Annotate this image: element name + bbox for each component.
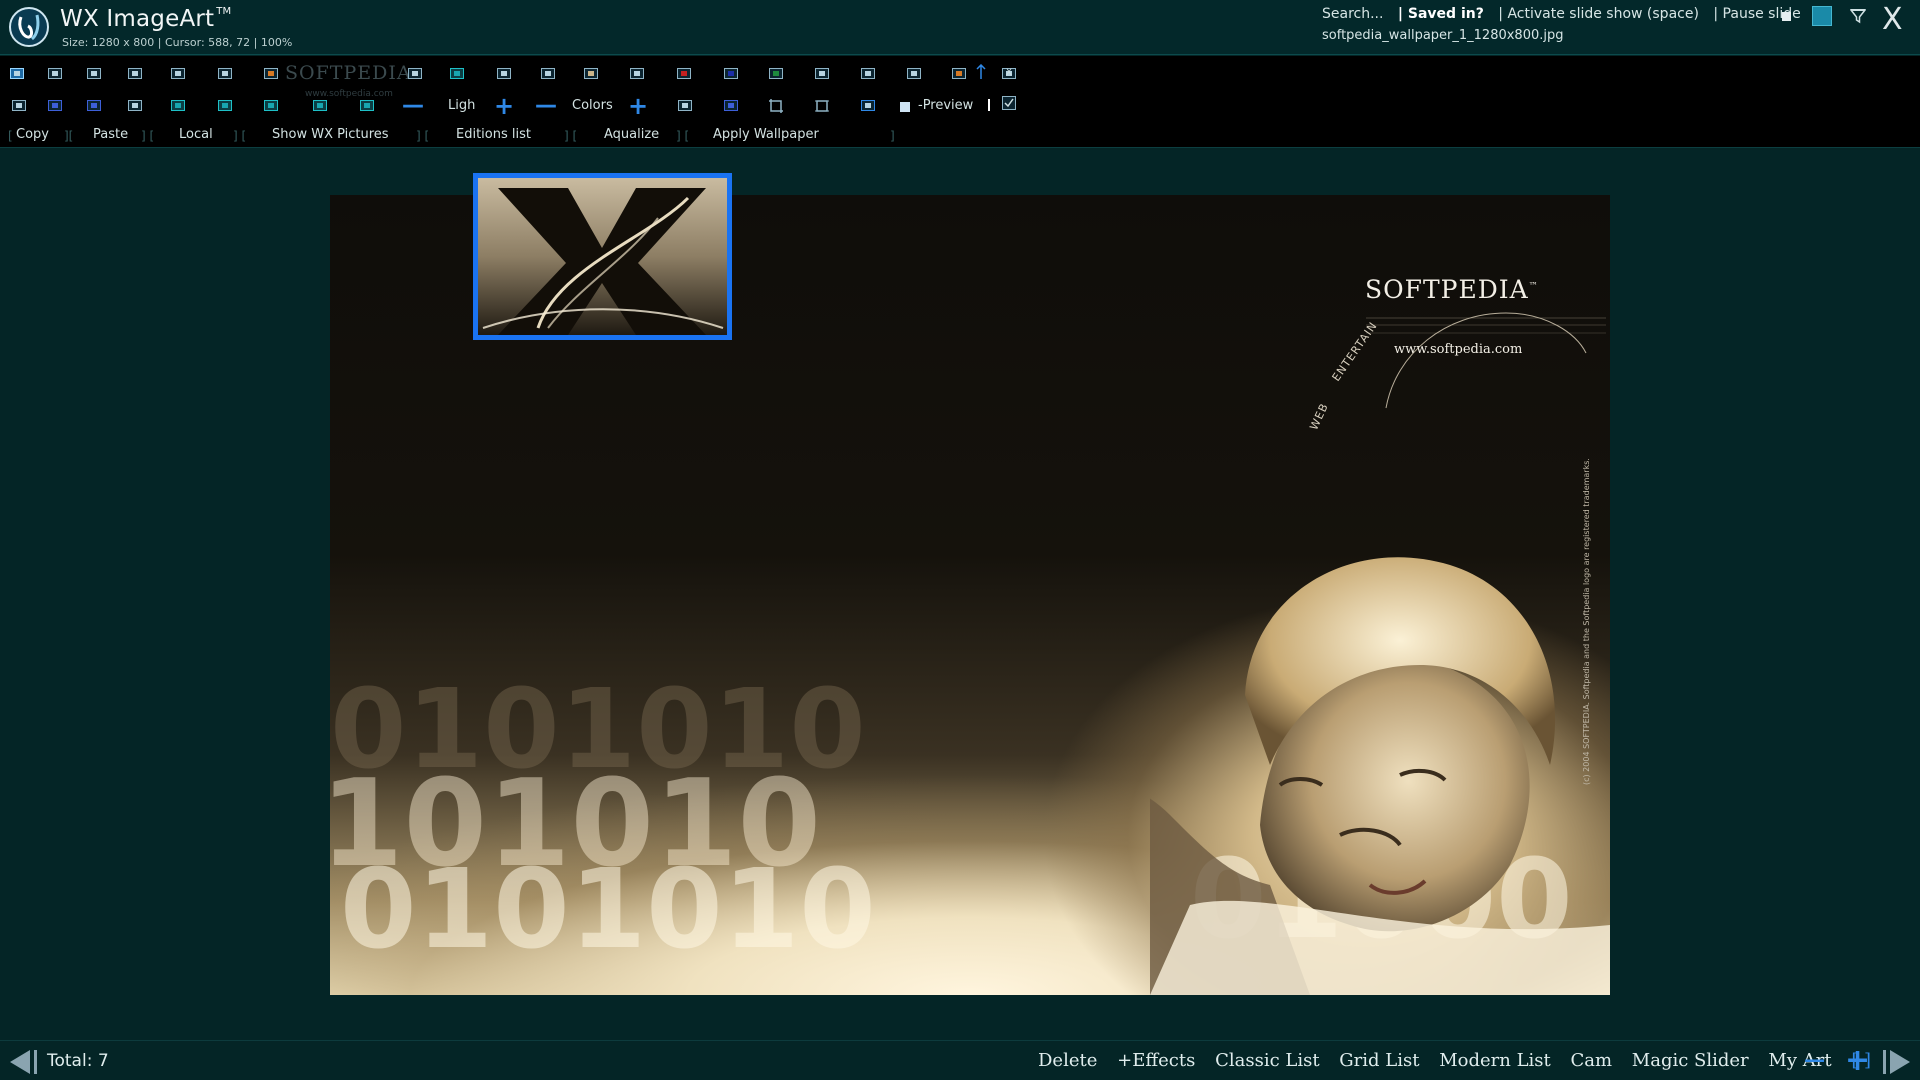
window-icon[interactable]	[497, 68, 511, 79]
effects-icon[interactable]	[861, 68, 875, 79]
add-frame-icon[interactable]	[861, 100, 875, 111]
colors-plus-button[interactable]: +	[628, 94, 648, 118]
confirm-check-icon[interactable]	[1002, 96, 1016, 110]
image-info: Size: 1280 x 800 | Cursor: 588, 72 | 100…	[62, 36, 293, 49]
top-links: Search... | Saved in? | Activate slide s…	[1322, 6, 1811, 22]
color-swatch-icon[interactable]	[264, 68, 278, 79]
resize-icon[interactable]	[814, 98, 830, 114]
watermark-url: www.softpedia.com	[305, 89, 393, 99]
search-link[interactable]: Search...	[1322, 6, 1383, 22]
layout-icon[interactable]	[171, 68, 185, 79]
file-name: softpedia_wallpaper_1_1280x800.jpg	[1322, 28, 1564, 43]
image-icon[interactable]	[408, 68, 422, 79]
app-title: WX ImageArt TM	[60, 6, 232, 32]
crop-icon[interactable]	[768, 98, 784, 114]
two-up-icon[interactable]	[87, 100, 101, 111]
light-label: Ligh	[448, 98, 476, 113]
modern-list-button[interactable]: Modern List	[1439, 1050, 1551, 1071]
cam-button[interactable]: Cam	[1570, 1050, 1612, 1071]
close-window-button[interactable]: X	[1882, 2, 1903, 37]
watermark: SOFTPEDIA	[285, 62, 412, 84]
web-label: WEB	[1307, 400, 1332, 433]
local-button[interactable]: Local	[179, 127, 213, 142]
bottom-actions: Delete +Effects Classic List Grid List M…	[1038, 1050, 1885, 1071]
editions-list-button[interactable]: Editions list	[456, 127, 531, 142]
zoom-out-button[interactable]: −	[1802, 1043, 1827, 1078]
effects-button[interactable]: +Effects	[1117, 1050, 1195, 1071]
teal-frame-icon[interactable]	[450, 68, 464, 79]
toolbar: SOFTPEDIA www.softpedia.com X — Ligh + —…	[0, 56, 1920, 148]
monitor-icon[interactable]	[907, 68, 921, 79]
copy-button[interactable]: Copy	[16, 127, 49, 142]
show-wx-pictures-button[interactable]: Show WX Pictures	[272, 127, 389, 142]
grid-view-2-icon[interactable]	[87, 68, 101, 79]
green-channel-icon[interactable]	[769, 68, 783, 79]
slideshow-link[interactable]: | Activate slide show (space)	[1498, 6, 1699, 22]
softpedia-logo-text: SOFTPEDIA™	[1365, 275, 1539, 304]
window-controls: X	[1782, 2, 1912, 37]
preview-label: -Preview	[918, 98, 974, 113]
teal-box-2-icon[interactable]	[360, 100, 374, 111]
zoom-in-button[interactable]: +	[1845, 1043, 1870, 1078]
saved-in-link[interactable]: | Saved in?	[1398, 6, 1484, 22]
grid-view-icon[interactable]	[48, 68, 62, 79]
close-toolbar-button[interactable]: X	[1002, 68, 1016, 79]
stop-icon[interactable]	[1782, 12, 1791, 21]
previous-image-icon[interactable]	[8, 1049, 40, 1075]
separator	[988, 99, 990, 111]
total-count: Total: 7	[47, 1051, 109, 1071]
app-logo-icon	[9, 7, 49, 47]
softpedia-url: www.softpedia.com	[1394, 342, 1523, 357]
redo-icon[interactable]	[724, 100, 738, 111]
aqualize-button[interactable]: Aqualize	[604, 127, 659, 142]
next-image-icon[interactable]	[1880, 1049, 1912, 1075]
preview-checkbox[interactable]	[900, 102, 910, 112]
split-icon[interactable]	[541, 68, 555, 79]
red-channel-icon[interactable]	[677, 68, 691, 79]
colors-minus-button[interactable]: —	[535, 95, 557, 117]
magic-slider-button[interactable]: Magic Slider	[1632, 1050, 1749, 1071]
fire-icon[interactable]	[952, 68, 966, 79]
apply-wallpaper-button[interactable]: Apply Wallpaper	[713, 127, 819, 142]
help-icon[interactable]	[48, 100, 62, 111]
arrow-up-icon[interactable]	[976, 64, 986, 80]
classic-list-button[interactable]: Classic List	[1215, 1050, 1319, 1071]
select-tool-icon[interactable]	[10, 68, 24, 79]
light-plus-button[interactable]: +	[494, 94, 514, 118]
filter-icon[interactable]	[1850, 8, 1866, 24]
delete-button[interactable]: Delete	[1038, 1050, 1097, 1071]
stop-icon-2[interactable]	[678, 100, 692, 111]
binary-decoration: 0101010	[340, 845, 876, 973]
copyright-text: (c) 2004 SOFTPEDIA. Softpedia and the So…	[1582, 458, 1591, 785]
single-view-icon[interactable]	[12, 100, 26, 111]
portrait-figure	[1150, 557, 1610, 995]
teal-window-icon[interactable]	[218, 100, 232, 111]
panel-icon[interactable]	[218, 68, 232, 79]
teal-panel-icon[interactable]	[171, 100, 185, 111]
teal-slant-icon[interactable]	[264, 100, 278, 111]
strip-icon[interactable]	[630, 68, 644, 79]
colors-label: Colors	[572, 98, 613, 113]
light-minus-button[interactable]: —	[402, 95, 424, 117]
selected-thumbnail[interactable]	[473, 173, 732, 340]
sepia-icon[interactable]	[584, 68, 598, 79]
frame-icon[interactable]	[128, 68, 142, 79]
blue-channel-icon[interactable]	[724, 68, 738, 79]
thumbnail-icon[interactable]	[128, 100, 142, 111]
teal-box-icon[interactable]	[313, 100, 327, 111]
paste-button[interactable]: Paste	[93, 127, 128, 142]
title-bar: WX ImageArt TM Size: 1280 x 800 | Cursor:…	[0, 0, 1920, 55]
grid-list-button[interactable]: Grid List	[1339, 1050, 1419, 1071]
window-mode-icon[interactable]	[1812, 6, 1832, 26]
bottom-bar: Total: 7 Delete +Effects Classic List Gr…	[0, 1040, 1920, 1080]
x-logo-thumbnail	[478, 178, 727, 335]
curves-icon[interactable]	[815, 68, 829, 79]
